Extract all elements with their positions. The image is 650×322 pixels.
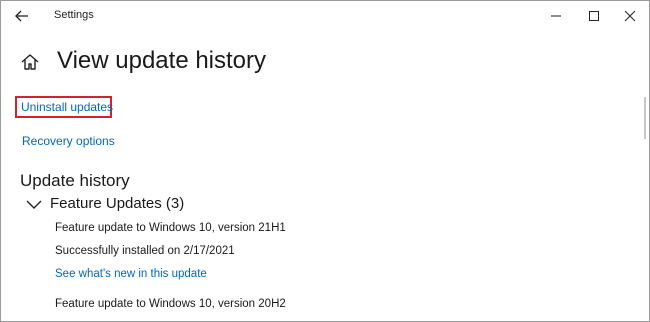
feature-updates-expander[interactable]: Feature Updates (3) bbox=[25, 195, 245, 215]
settings-window: Settings View update history Uninstall u… bbox=[0, 0, 650, 322]
update-item-title: Feature update to Windows 10, version 21… bbox=[55, 222, 286, 234]
minimize-icon bbox=[551, 15, 561, 17]
feature-updates-label: Feature Updates (3) bbox=[50, 195, 185, 212]
home-icon[interactable] bbox=[19, 51, 41, 73]
whats-new-link[interactable]: See what's new in this update bbox=[55, 268, 207, 280]
update-history-heading: Update history bbox=[20, 171, 130, 190]
title-bar: Settings bbox=[1, 1, 649, 31]
chevron-down-icon bbox=[26, 200, 42, 209]
recovery-options-link[interactable]: Recovery options bbox=[22, 134, 115, 148]
home-glyph bbox=[21, 54, 39, 70]
close-button[interactable] bbox=[619, 5, 641, 27]
window-title: Settings bbox=[54, 9, 94, 21]
update-item-title: Feature update to Windows 10, version 20… bbox=[55, 298, 286, 310]
uninstall-updates-link[interactable]: Uninstall updates bbox=[21, 100, 113, 114]
scrollbar-thumb[interactable] bbox=[644, 97, 646, 139]
back-arrow-icon bbox=[15, 10, 28, 22]
back-button[interactable] bbox=[11, 5, 33, 27]
maximize-icon bbox=[589, 11, 599, 21]
update-item-status: Successfully installed on 2/17/2021 bbox=[55, 245, 235, 257]
minimize-button[interactable] bbox=[545, 5, 567, 27]
close-icon bbox=[624, 10, 636, 22]
page-title: View update history bbox=[57, 47, 267, 74]
maximize-button[interactable] bbox=[583, 5, 605, 27]
